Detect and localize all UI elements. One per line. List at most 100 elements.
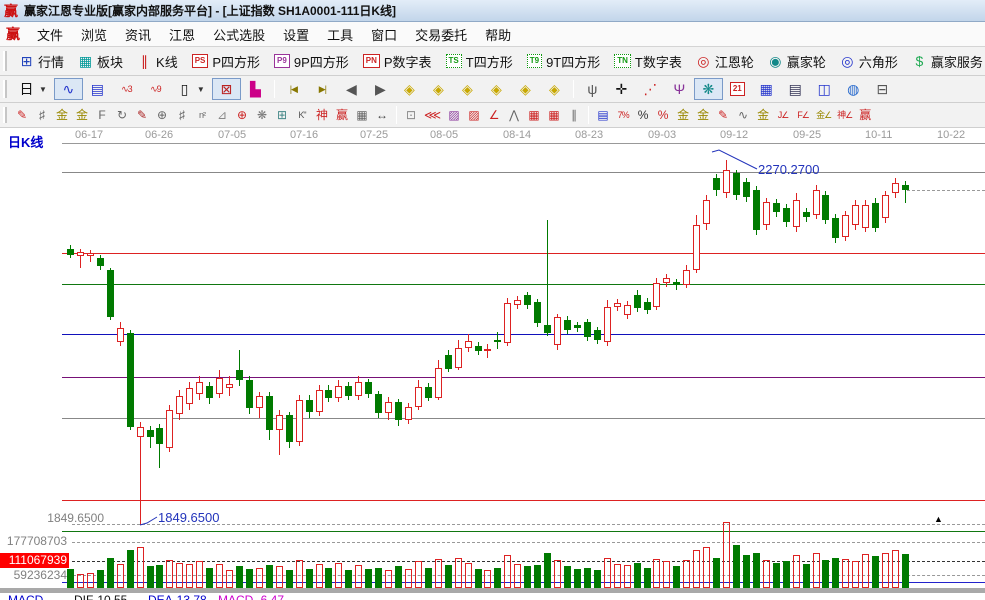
percent-line-button[interactable]: % <box>653 105 673 125</box>
spider-web-button[interactable]: ❋ <box>252 105 272 125</box>
boxed-web-button[interactable]: ⊞ <box>272 105 292 125</box>
gold-grid-2-button[interactable]: 金 <box>72 105 92 125</box>
f-grid-button[interactable]: F <box>92 105 112 125</box>
hexagon-label: 六角形 <box>859 52 898 71</box>
network-button[interactable]: ◍ <box>839 78 868 100</box>
step-back-button[interactable]: ◀ <box>337 78 366 100</box>
n-squared-button[interactable]: n² <box>192 105 212 125</box>
last-page-button[interactable]: ▶| <box>308 78 337 100</box>
wave-3-button[interactable]: ∿3 <box>112 78 141 100</box>
menu-item-3[interactable]: 江恩 <box>160 22 204 47</box>
percent-button[interactable]: % <box>633 105 653 125</box>
menu-item-5[interactable]: 设置 <box>274 22 318 47</box>
sector-blocks-button[interactable]: ▦板块 <box>71 49 130 74</box>
step-forward-button[interactable]: ▶ <box>366 78 395 100</box>
pen-tool-button[interactable]: ✎ <box>12 105 32 125</box>
percent-7-button[interactable]: 7% <box>613 105 633 125</box>
quote-grid-button[interactable]: ⊞行情 <box>12 49 71 74</box>
diamond-all-button[interactable]: ◈ <box>540 78 569 100</box>
period-day-dropdown-button[interactable]: 日▼ <box>12 78 54 100</box>
crosshair-button[interactable]: ✛ <box>607 78 636 100</box>
smart-analysis-button[interactable]: ❋ <box>694 78 723 100</box>
gold-line-button[interactable]: 金 <box>693 105 713 125</box>
save-button[interactable]: ◫ <box>810 78 839 100</box>
parallel-lines-button[interactable]: ∥ <box>564 105 584 125</box>
hexagon-button[interactable]: ◎六角形 <box>833 49 905 74</box>
candle-style-dropdown-button[interactable]: ▯▼ <box>170 78 212 100</box>
k-mark-button[interactable]: K" <box>292 105 312 125</box>
t9-square-button[interactable]: T99T四方形 <box>520 49 608 74</box>
measure-pen-button[interactable]: ✎ <box>132 105 152 125</box>
candle <box>355 382 362 396</box>
ruler-123-button[interactable]: ▦ <box>352 105 372 125</box>
diamond-v-expand-button[interactable]: ◈ <box>482 78 511 100</box>
fan-box-red-button[interactable]: ▨ <box>464 105 484 125</box>
time-grid-button[interactable]: ♯ <box>32 105 52 125</box>
calculator-button[interactable]: ▦ <box>752 78 781 100</box>
diamond-right-button[interactable]: ◈ <box>424 78 453 100</box>
ying-grid-button[interactable]: 赢 <box>332 105 352 125</box>
grid-red-2-button[interactable]: ▦ <box>544 105 564 125</box>
brush-button[interactable]: ✎ <box>713 105 733 125</box>
fan-lines-button[interactable]: ⋘ <box>421 105 444 125</box>
volume-bar <box>206 568 213 588</box>
trend-angle-button[interactable]: ∠ <box>484 105 504 125</box>
gold-underline-button[interactable]: 金 <box>753 105 773 125</box>
gold-angle-button[interactable]: 金∠ <box>813 105 834 125</box>
calendar-21-button[interactable]: 21 <box>723 79 752 99</box>
menu-item-0[interactable]: 文件 <box>28 22 72 47</box>
pattern-map-button[interactable]: ⊠ <box>212 78 241 100</box>
t-square-button[interactable]: TST四方形 <box>439 49 520 74</box>
menu-item-4[interactable]: 公式选股 <box>204 22 274 47</box>
zigzag-line-button[interactable]: ⋀ <box>504 105 524 125</box>
menu-item-9[interactable]: 帮助 <box>476 22 520 47</box>
list-panel-button[interactable]: ▤ <box>83 78 112 100</box>
menu-item-7[interactable]: 窗口 <box>362 22 406 47</box>
gann-tool-button[interactable]: Ψ <box>665 78 694 100</box>
menu-item-8[interactable]: 交易委托 <box>406 22 476 47</box>
circle-cross-button[interactable]: ⊕ <box>232 105 252 125</box>
grid-red-1-button[interactable]: ▦ <box>524 105 544 125</box>
zigzag-wave-button[interactable]: ∿ <box>54 78 83 100</box>
kline-candles-button[interactable]: ∥K线 <box>130 49 185 74</box>
pan-hand-button[interactable]: ψ <box>578 78 607 100</box>
circle-grid-button[interactable]: ⊕ <box>152 105 172 125</box>
f-angle-button[interactable]: F∠ <box>793 105 813 125</box>
menu-item-1[interactable]: 浏览 <box>72 22 116 47</box>
notes-button[interactable]: ▤ <box>781 78 810 100</box>
h-expand-button[interactable]: ↔ <box>372 105 392 125</box>
gann-wheel-button[interactable]: ◎江恩轮 <box>689 49 761 74</box>
shen-grid-button[interactable]: 神 <box>312 105 332 125</box>
wave-9-button[interactable]: ∿9 <box>141 78 170 100</box>
p-number-table-button[interactable]: PNP数字表 <box>356 49 439 74</box>
first-page-button[interactable]: |◀ <box>279 78 308 100</box>
box-select-button[interactable]: ⊡ <box>401 105 421 125</box>
diamond-left-button[interactable]: ◈ <box>395 78 424 100</box>
diamond-compress-button[interactable]: ◈ <box>511 78 540 100</box>
candle <box>67 249 74 255</box>
print-button[interactable]: ⊟ <box>868 78 897 100</box>
profile-histogram-button[interactable]: ▙ <box>241 78 270 100</box>
trend-points-button[interactable]: ⋰ <box>636 78 665 100</box>
gold-circle-button[interactable]: 金 <box>673 105 693 125</box>
p9-square-button[interactable]: P99P四方形 <box>267 49 356 74</box>
volume-bar <box>634 563 641 588</box>
ying-angle-button[interactable]: 赢 <box>855 105 875 125</box>
wave-line-button[interactable]: ∿ <box>733 105 753 125</box>
winner-wheel-button[interactable]: ◉赢家轮 <box>761 49 833 74</box>
fan-box-purple-button[interactable]: ▨ <box>444 105 464 125</box>
tick-grid-button[interactable]: ♯ <box>172 105 192 125</box>
menu-item-2[interactable]: 资讯 <box>116 22 160 47</box>
t-number-table-button[interactable]: TNT数字表 <box>607 49 689 74</box>
shen-angle-button[interactable]: 神∠ <box>834 105 855 125</box>
j-angle-button[interactable]: J∠ <box>773 105 793 125</box>
p-square-button[interactable]: PSP四方形 <box>185 49 267 74</box>
chart-area[interactable]: 日K线 06-1706-2607-0507-1607-2508-0508-140… <box>0 128 985 600</box>
gold-grid-1-button[interactable]: 金 <box>52 105 72 125</box>
winner-service-button[interactable]: $赢家服务 <box>905 49 985 74</box>
spiral-button[interactable]: ↻ <box>112 105 132 125</box>
menu-item-6[interactable]: 工具 <box>318 22 362 47</box>
diamond-h-expand-button[interactable]: ◈ <box>453 78 482 100</box>
angle-ruler-button[interactable]: ⊿ <box>212 105 232 125</box>
stats-panel-button[interactable]: ▤ <box>593 105 613 125</box>
